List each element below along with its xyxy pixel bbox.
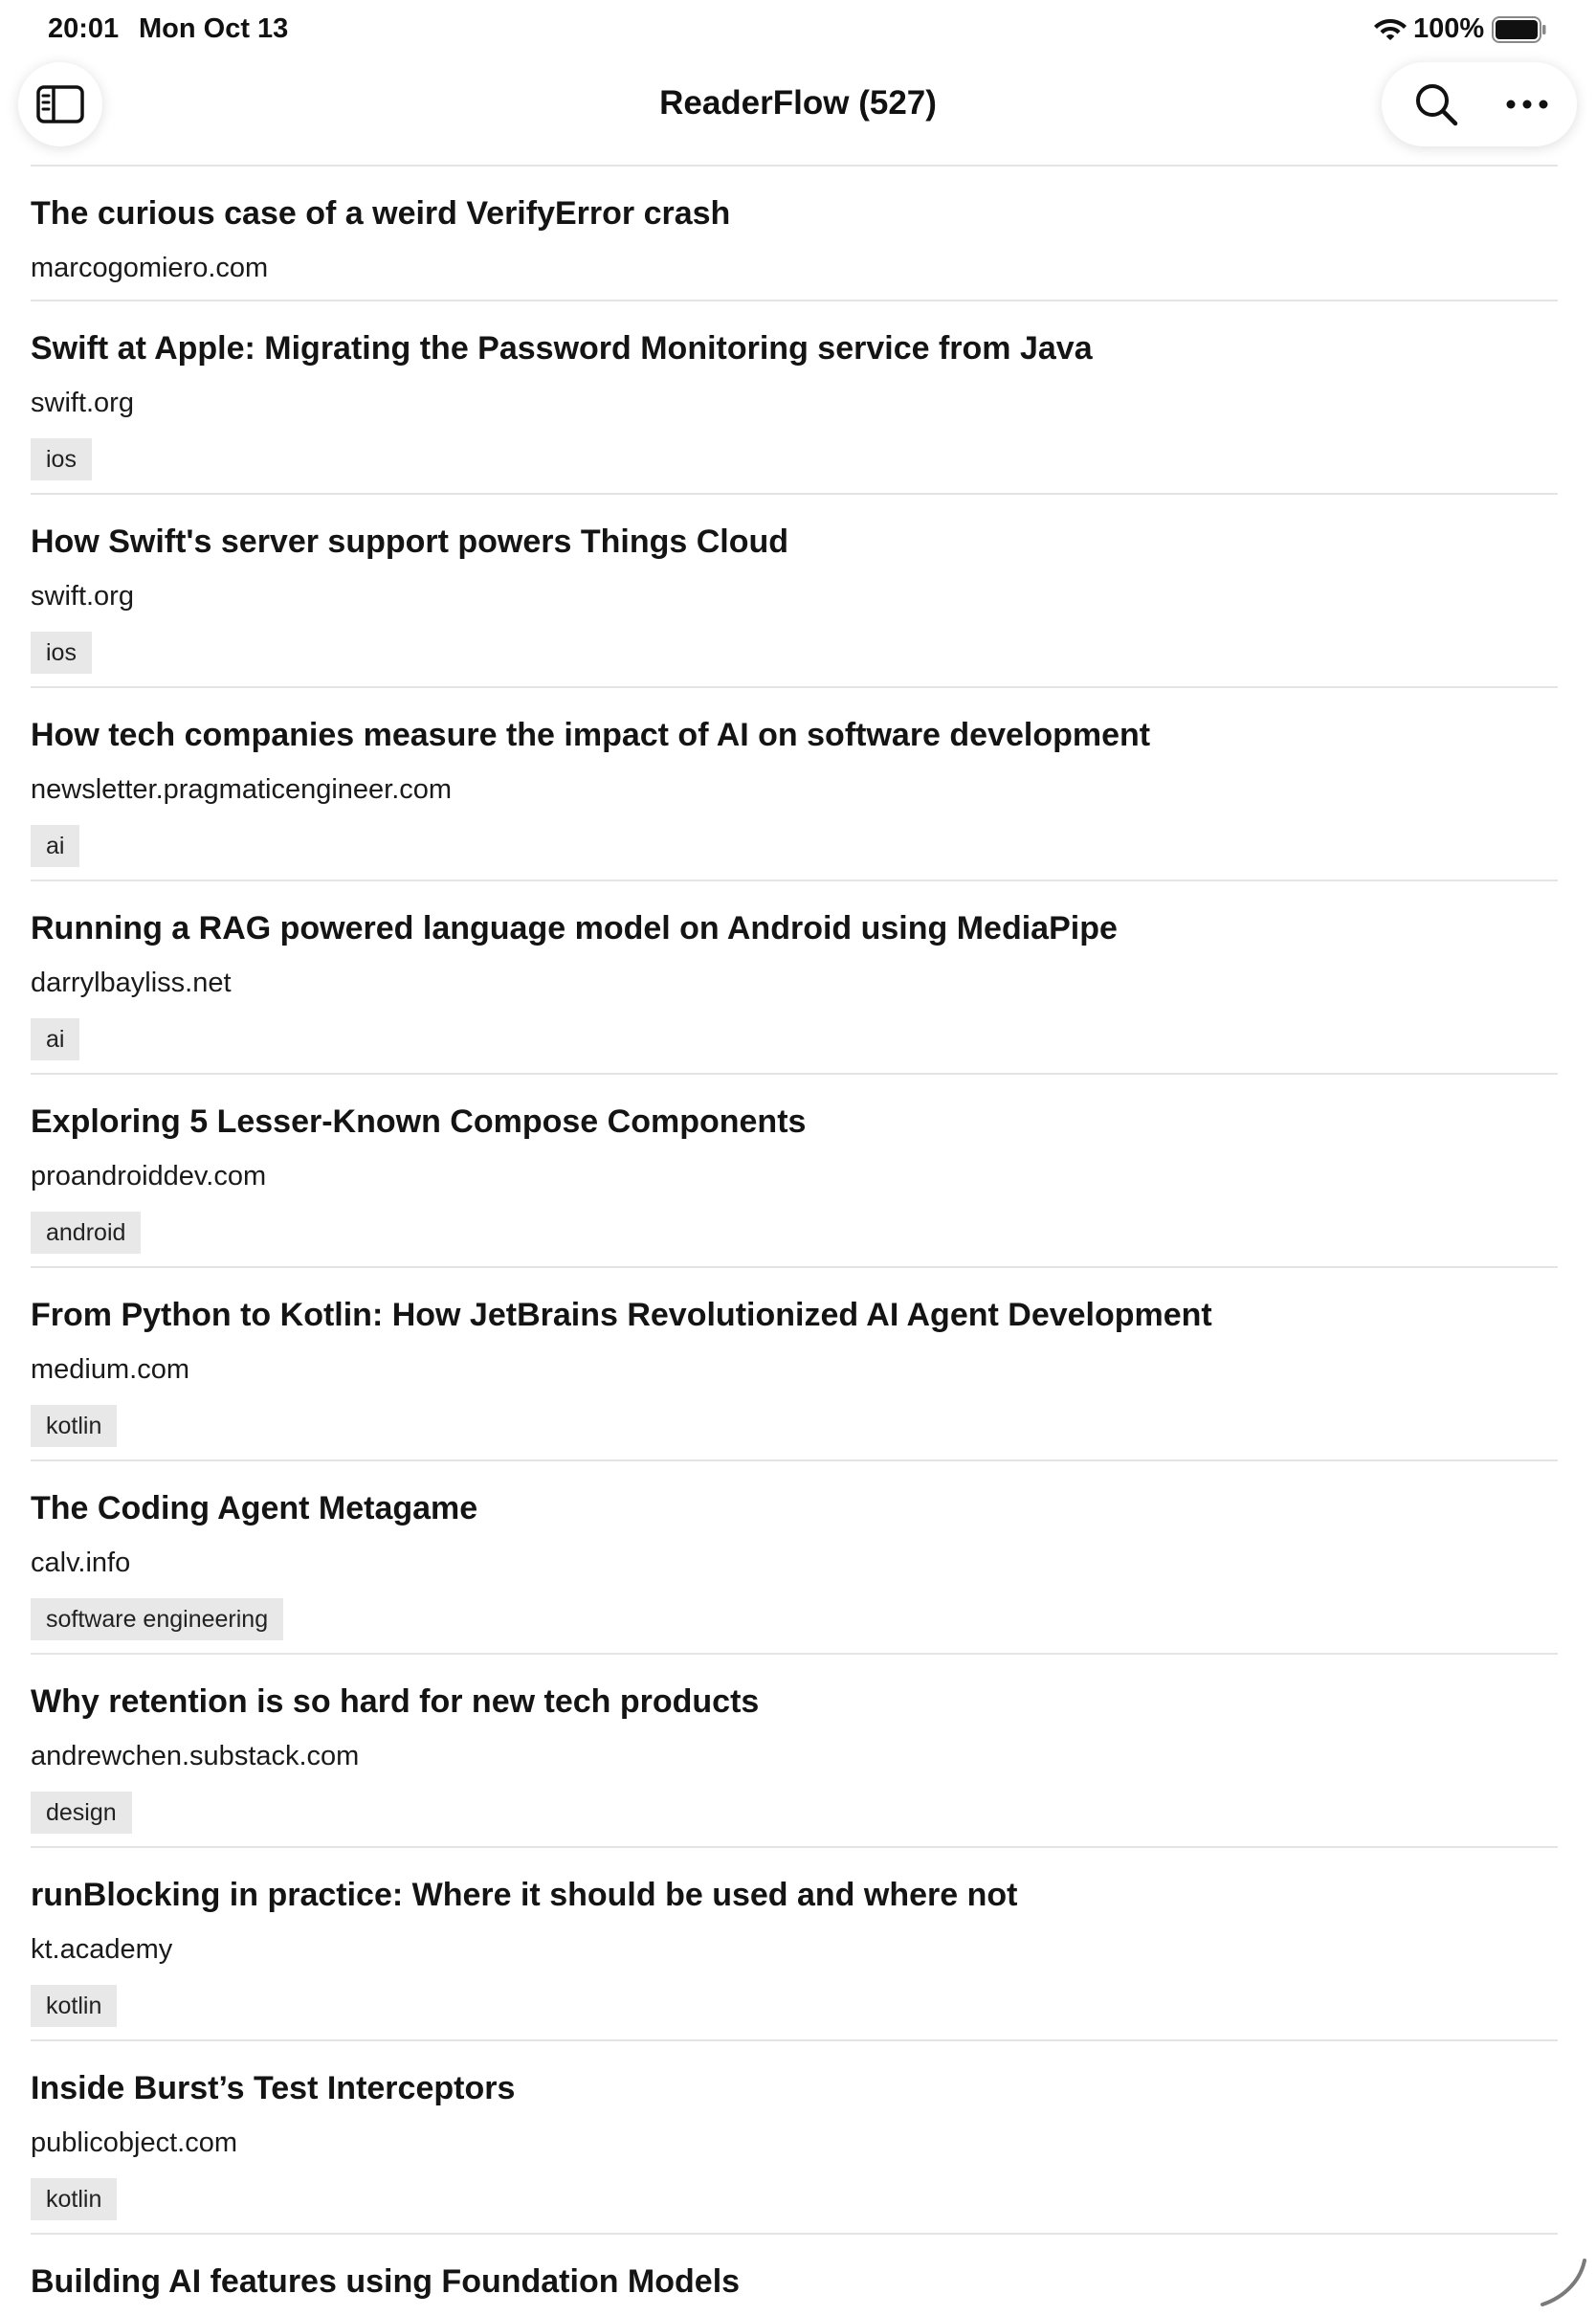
article-title: Building AI features using Foundation Mo… (31, 2263, 741, 2300)
reader-app-screen: 20:01 Mon Oct 13 100% ReaderFlow (527) T… (0, 0, 1596, 2316)
status-bar: 20:01 Mon Oct 13 100% (0, 0, 1596, 59)
article-list-item[interactable]: Swift at Apple: Migrating the Password M… (31, 301, 1558, 495)
article-list-item[interactable]: Inside Burst’s Test Interceptors publicob… (31, 2041, 1558, 2235)
article-list-item[interactable]: runBlocking in practice: Where it should… (31, 1848, 1558, 2041)
loading-spinner-icon (1541, 2259, 1586, 2306)
article-list-item[interactable]: The curious case of a weird VerifyError … (31, 167, 1558, 301)
article-list-item[interactable]: From Python to Kotlin: How JetBrains Rev… (31, 1268, 1558, 1461)
article-title: Exploring 5 Lesser-Known Compose Compone… (31, 1103, 807, 1140)
article-tag[interactable]: ios (31, 438, 92, 480)
article-list-item[interactable]: Running a RAG powered language model on … (31, 881, 1558, 1075)
more-options-button[interactable] (1496, 62, 1558, 146)
article-source: marcogomiero.com (31, 253, 269, 283)
battery-percent: 100% (1413, 13, 1485, 44)
article-title: How tech companies measure the impact of… (31, 717, 1151, 753)
wifi-icon (1374, 19, 1407, 40)
article-source: andrewchen.substack.com (31, 1741, 360, 1771)
article-source: swift.org (31, 388, 134, 418)
article-source: calv.info (31, 1548, 131, 1578)
status-date: Mon Oct 13 (139, 13, 289, 44)
article-source: proandroiddev.com (31, 1161, 267, 1191)
article-title: Swift at Apple: Migrating the Password M… (31, 330, 1093, 367)
article-list-item[interactable]: How Swift's server support powers Things… (31, 495, 1558, 688)
article-tag[interactable]: design (31, 1792, 132, 1834)
article-list-item[interactable]: Exploring 5 Lesser-Known Compose Compone… (31, 1075, 1558, 1268)
article-source: newsletter.pragmaticengineer.com (31, 774, 453, 805)
article-tag[interactable]: android (31, 1212, 142, 1254)
article-tag[interactable]: ai (31, 825, 80, 867)
article-title: From Python to Kotlin: How JetBrains Rev… (31, 1297, 1212, 1333)
article-tag[interactable]: kotlin (31, 1405, 118, 1447)
article-title: Why retention is so hard for new tech pr… (31, 1683, 760, 1720)
article-source: publicobject.com (31, 2127, 237, 2158)
article-title: The Coding Agent Metagame (31, 1490, 478, 1526)
article-source: medium.com (31, 1354, 189, 1385)
article-source: darrylbayliss.net (31, 968, 232, 998)
article-tag[interactable]: ai (31, 1018, 80, 1060)
page-title: ReaderFlow (527) (659, 84, 937, 122)
article-list-item[interactable]: How tech companies measure the impact of… (31, 688, 1558, 881)
article-list-item[interactable]: Building AI features using Foundation Mo… (31, 2235, 1558, 2311)
search-button[interactable] (1407, 62, 1466, 146)
article-tag[interactable]: software engineering (31, 1598, 284, 1640)
search-icon (1416, 84, 1458, 126)
article-title: Running a RAG powered language model on … (31, 910, 1118, 946)
article-title: The curious case of a weird VerifyError … (31, 195, 731, 232)
article-tag[interactable]: kotlin (31, 1985, 118, 2027)
sidebar-icon (36, 85, 84, 123)
article-title: runBlocking in practice: Where it should… (31, 1877, 1018, 1913)
article-tag[interactable]: ios (31, 632, 92, 674)
status-time: 20:01 (48, 13, 120, 44)
article-source: swift.org (31, 581, 134, 612)
article-title: Inside Burst’s Test Interceptors (31, 2070, 516, 2106)
ellipsis-icon (1506, 100, 1548, 109)
toolbar-actions (1382, 62, 1577, 146)
sidebar-toggle-button[interactable] (18, 62, 102, 146)
article-tag[interactable]: kotlin (31, 2178, 118, 2220)
navigation-bar: ReaderFlow (527) (0, 59, 1596, 165)
battery-icon (1492, 16, 1546, 43)
article-source: kt.academy (31, 1934, 173, 1965)
article-list-item[interactable]: The Coding Agent Metagame calv.info softwa… (31, 1461, 1558, 1655)
article-list: The curious case of a weird VerifyError … (31, 167, 1558, 2311)
article-list-item[interactable]: Why retention is so hard for new tech pr… (31, 1655, 1558, 1848)
article-title: How Swift's server support powers Things… (31, 523, 789, 560)
